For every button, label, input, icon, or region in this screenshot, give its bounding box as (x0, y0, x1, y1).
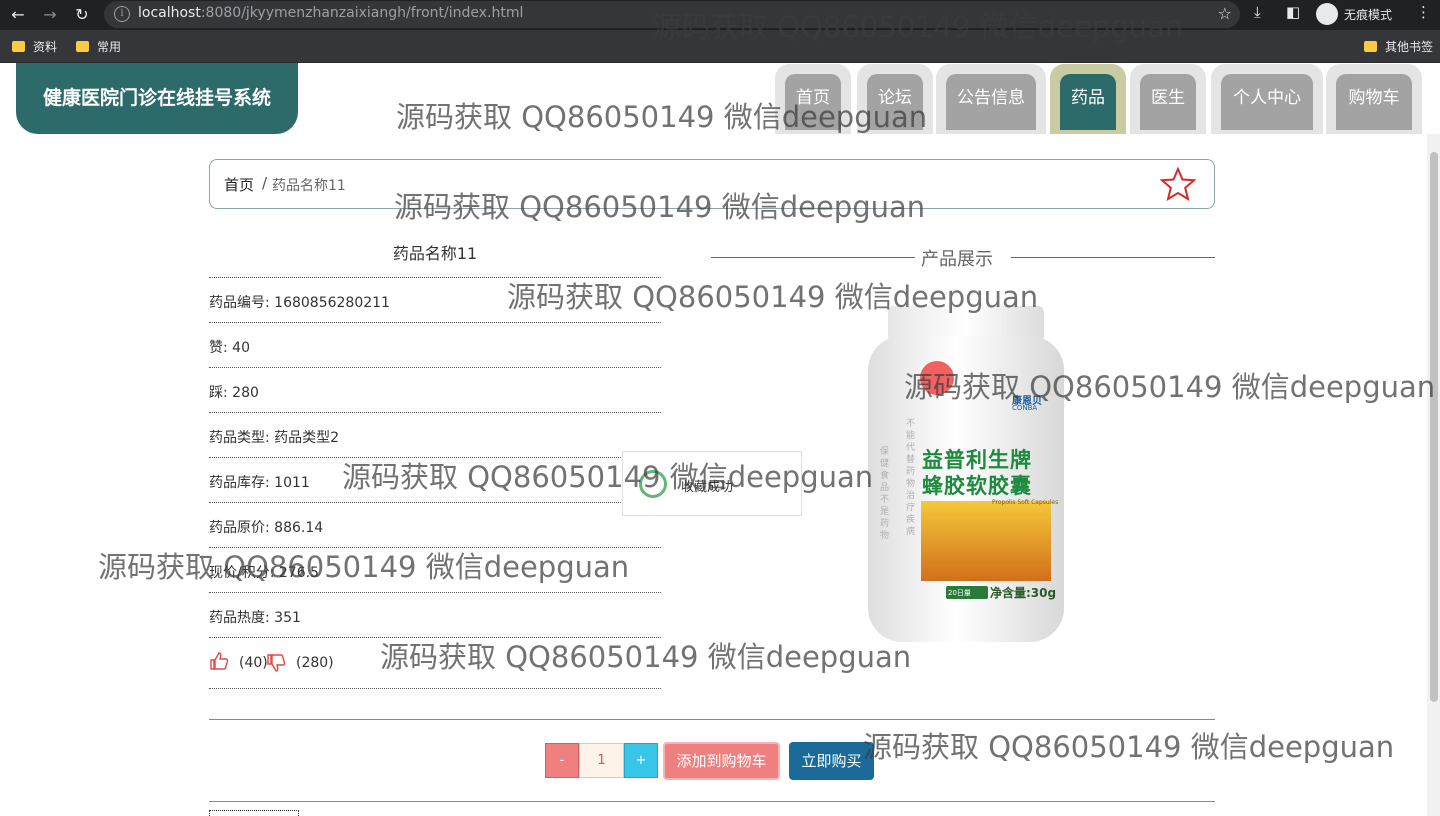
section-divider (209, 719, 1215, 720)
watermark: 源码获取 QQ86050149 微信deepguan (652, 10, 1184, 44)
quantity-increase-button[interactable]: + (624, 743, 658, 778)
sidepanel-icon[interactable]: ◧ (1286, 3, 1300, 21)
favorite-star-icon[interactable] (1160, 167, 1196, 201)
watermark: 源码获取 QQ86050149 微信deepguan (380, 640, 912, 674)
bookmark-folder-ziliao[interactable]: 资料 (12, 38, 57, 55)
detail-row: 踩: 280 (209, 367, 661, 412)
download-icon[interactable]: ⤓ (1254, 3, 1261, 21)
reload-icon[interactable]: ↻ (70, 3, 94, 27)
breadcrumb-home[interactable]: 首页 (224, 174, 254, 195)
watermark: 源码获取 QQ86050149 微信deepguan (507, 280, 1039, 314)
forward-icon[interactable]: → (38, 3, 62, 27)
quantity-decrease-button[interactable]: - (545, 743, 579, 778)
watermark: 源码获取 QQ86050149 微信deepguan (396, 100, 928, 134)
add-to-cart-button[interactable]: 添加到购物车 (663, 742, 780, 780)
detail-row: 药品类型: 药品类型2 (209, 412, 661, 457)
likes-count: (40) (239, 655, 268, 671)
product-name: 药品名称11 (392, 244, 478, 263)
showcase-header: 产品展示 (711, 245, 1215, 270)
watermark: 源码获取 QQ86050149 微信deepguan (863, 730, 1395, 764)
detail-row: 药品原价: 886.14 (209, 502, 661, 547)
watermark: 源码获取 QQ86050149 微信deepguan (904, 370, 1436, 404)
site-title[interactable]: 健康医院门诊在线挂号系统 (16, 63, 298, 134)
product-image: 康恩贝 CONBA 益普利生牌 蜂胶软胶囊 Propolis Soft Caps… (868, 306, 1064, 648)
dislikes-count: (280) (296, 655, 334, 671)
nav-tab-notice[interactable]: 公告信息 (936, 64, 1046, 134)
buy-now-button[interactable]: 立即购买 (789, 742, 874, 780)
detail-row: 药品热度: 351 (209, 592, 661, 637)
breadcrumb-separator: / (262, 174, 268, 192)
watermark: 源码获取 QQ86050149 微信deepguan (394, 190, 926, 224)
bookmark-folder-other[interactable]: 其他书签 (1364, 38, 1433, 55)
section-divider (209, 801, 1215, 802)
back-icon[interactable]: ← (6, 3, 30, 27)
nav-tab-cart[interactable]: 购物车 (1326, 64, 1422, 134)
url-text: localhost:8080/jkyymenzhanzaixiangh/fron… (138, 5, 524, 21)
quantity-input[interactable]: 1 (579, 743, 624, 778)
scrollbar-thumb[interactable] (1430, 152, 1438, 702)
content-box (209, 810, 299, 816)
watermark: 源码获取 QQ86050149 微信deepguan (98, 550, 630, 584)
nav-tab-profile[interactable]: 个人中心 (1211, 64, 1323, 134)
thumbs-up-icon[interactable] (209, 652, 229, 670)
breadcrumb-current: 药品名称11 (272, 178, 346, 194)
bookmark-star-icon[interactable]: ☆ (1218, 4, 1232, 23)
incognito-label: 无痕模式 (1344, 8, 1393, 22)
incognito-icon[interactable] (1316, 3, 1338, 25)
folder-icon (12, 41, 25, 52)
bookmark-folder-changyong[interactable]: 常用 (76, 38, 121, 55)
detail-row-divider (209, 688, 661, 689)
thumbs-down-icon[interactable] (266, 654, 286, 672)
folder-icon (76, 41, 89, 52)
watermark: 源码获取 QQ86050149 微信deepguan (342, 460, 874, 494)
nav-tab-medicine[interactable]: 药品 (1050, 64, 1126, 134)
folder-icon (1364, 41, 1377, 52)
detail-row: 赞: 40 (209, 322, 661, 367)
info-icon[interactable]: i (114, 6, 130, 22)
nav-tab-doctor[interactable]: 医生 (1130, 64, 1206, 134)
showcase-title: 产品展示 (921, 249, 993, 270)
menu-icon[interactable]: ⋮ (1416, 3, 1431, 21)
